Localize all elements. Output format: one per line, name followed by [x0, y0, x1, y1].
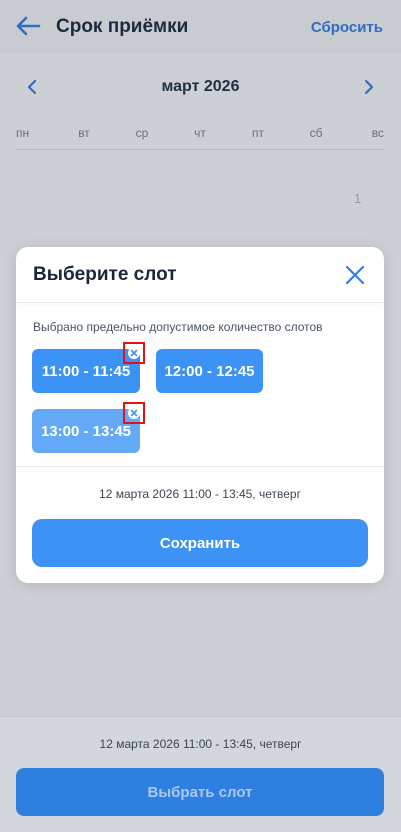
close-icon — [345, 265, 365, 285]
modal-title: Выберите слот — [33, 264, 177, 285]
bottom-panel: 12 марта 2026 11:00 - 13:45, четверг Выб… — [0, 716, 401, 832]
close-button[interactable] — [344, 264, 366, 286]
remove-icon — [128, 347, 140, 359]
remove-icon — [128, 407, 140, 419]
save-button[interactable]: Сохранить — [32, 519, 368, 567]
select-slot-button[interactable]: Выбрать слот — [16, 768, 384, 816]
slot-selection-modal: Выберите слот Выбрано предельно допустим… — [16, 247, 384, 583]
remove-slot-button[interactable] — [123, 402, 145, 424]
slot-limit-message: Выбрано предельно допустимое количество … — [33, 320, 323, 334]
modal-header: Выберите слот — [16, 247, 384, 303]
remove-slot-button[interactable] — [123, 342, 145, 364]
slot-button[interactable]: 12:00 - 12:45 — [156, 349, 263, 393]
selected-slot-summary: 12 марта 2026 11:00 - 13:45, четверг — [99, 737, 302, 751]
selected-slot-summary: 12 марта 2026 11:00 - 13:45, четверг — [99, 487, 301, 501]
divider — [16, 466, 384, 467]
